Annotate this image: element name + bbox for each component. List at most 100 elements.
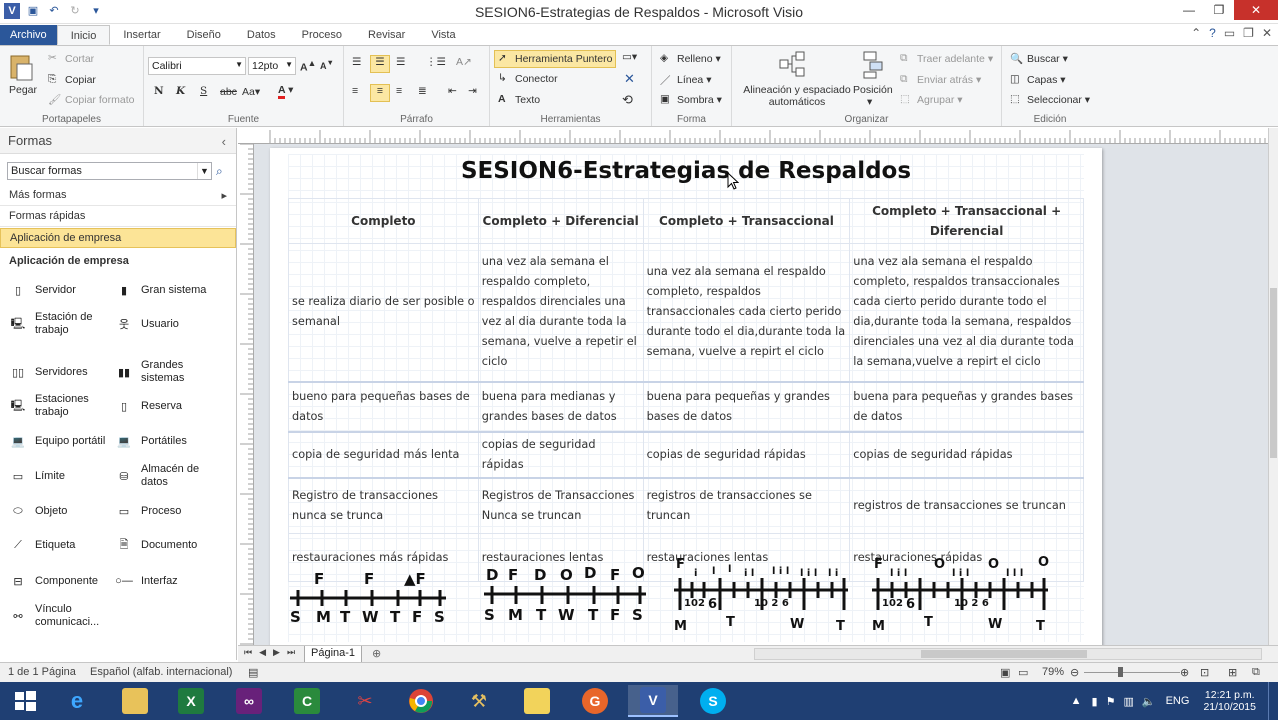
taskbar-notes[interactable] bbox=[512, 685, 562, 717]
macro-icon[interactable]: ▤ bbox=[248, 666, 258, 679]
table-header[interactable]: Completo + Diferencial bbox=[477, 198, 644, 244]
table-cell[interactable]: una vez ala semana el respaldo completo,… bbox=[477, 243, 644, 382]
auto-align-button[interactable]: Alineación y espaciado automáticos bbox=[738, 84, 856, 108]
table-cell[interactable]: registros de transacciones se truncan bbox=[849, 476, 1084, 534]
shape-item[interactable]: ⟋ Etiqueta bbox=[6, 529, 116, 561]
show-desktop-button[interactable] bbox=[1268, 682, 1278, 720]
bullets-icon[interactable]: ⋮☰ bbox=[426, 56, 446, 68]
diagram-title[interactable]: SESION6-Estrategias de Respaldos bbox=[288, 158, 1084, 184]
fit-window-icon[interactable]: ⊡ bbox=[1200, 666, 1209, 679]
volume-icon[interactable]: 🔈 bbox=[1138, 695, 1160, 708]
table-cell[interactable]: una vez ala semana el respaldo completo,… bbox=[849, 243, 1084, 382]
bold-button[interactable]: N bbox=[154, 85, 164, 97]
layers-button[interactable]: ◫ Capas ▾ bbox=[1010, 73, 1066, 87]
shrink-font-icon[interactable]: A▼ bbox=[320, 58, 334, 71]
shape-item[interactable]: ▭ Límite bbox=[6, 460, 116, 492]
drawing-canvas[interactable]: SESION6-Estrategias de Respaldos Complet… bbox=[254, 144, 1268, 645]
table-cell[interactable]: Registros de Transacciones Nunca se trun… bbox=[477, 476, 644, 534]
taskbar-skype[interactable]: S bbox=[688, 685, 738, 717]
format-painter-button[interactable]: 🖌 Copiar formato bbox=[48, 93, 134, 107]
prev-page-icon[interactable]: ◀ bbox=[259, 647, 266, 658]
shape-item[interactable]: ▯▯ Servidores bbox=[6, 356, 116, 388]
start-button[interactable] bbox=[0, 685, 50, 717]
pointer-tool-button[interactable]: ➚ Herramienta Puntero bbox=[494, 50, 617, 68]
taskbar-camtasia[interactable]: C bbox=[282, 685, 332, 717]
collapse-ribbon-icon[interactable]: ⌃ bbox=[1191, 26, 1201, 40]
tab-proceso[interactable]: Proceso bbox=[289, 25, 355, 45]
table-header[interactable]: Completo + Transaccional bbox=[642, 198, 851, 244]
shape-item[interactable]: 🖳 Estaciones trabajo bbox=[6, 390, 116, 422]
find-button[interactable]: 🔍 Buscar ▾ bbox=[1010, 52, 1068, 66]
shape-item[interactable]: ▭ Proceso bbox=[112, 495, 222, 527]
maximize-button[interactable]: ❐ bbox=[1204, 0, 1234, 20]
zoom-in-icon[interactable]: ⊕ bbox=[1180, 666, 1189, 679]
table-cell[interactable]: bueno para pequeñas bases de datos bbox=[288, 380, 479, 432]
table-cell[interactable]: buena para medianas y grandes bases de d… bbox=[477, 380, 644, 432]
shape-item[interactable]: ⬭ Objeto bbox=[6, 495, 116, 527]
align-left-icon[interactable]: ≡ bbox=[352, 85, 358, 97]
tray-app-icon[interactable]: ▮ bbox=[1088, 695, 1102, 708]
cut-button[interactable]: ✂ Cortar bbox=[48, 52, 94, 66]
table-cell[interactable]: registros de transacciones se truncan bbox=[642, 476, 851, 534]
shape-item[interactable]: 💻 Portátiles bbox=[112, 425, 222, 457]
bring-forward-button[interactable]: ⧉ Traer adelante ▾ bbox=[900, 52, 993, 66]
drawing-page[interactable]: SESION6-Estrategias de Respaldos Complet… bbox=[270, 148, 1102, 645]
align-top-icon[interactable]: ☰ bbox=[352, 56, 361, 68]
close-x-icon[interactable]: ✕ bbox=[624, 71, 635, 87]
close-button[interactable]: ✕ bbox=[1234, 0, 1278, 20]
shape-item[interactable]: ○— Interfaz bbox=[112, 565, 222, 597]
tab-insertar[interactable]: Insertar bbox=[110, 25, 173, 45]
decrease-indent-icon[interactable]: ⇤ bbox=[448, 85, 457, 97]
connector-tool-button[interactable]: ↳ Conector bbox=[498, 72, 558, 86]
taskbar-visual-studio[interactable]: ∞ bbox=[224, 685, 274, 717]
position-button[interactable]: Posición ▾ bbox=[853, 84, 893, 108]
scroll-thumb[interactable] bbox=[1270, 288, 1277, 458]
chevron-down-icon[interactable]: ▼ bbox=[197, 163, 211, 179]
align-center-icon[interactable]: ≡ bbox=[370, 84, 390, 102]
network-icon[interactable]: ▥ bbox=[1119, 695, 1137, 708]
table-cell[interactable]: copias de seguridad rápidas bbox=[477, 430, 644, 478]
minimize-button[interactable]: — bbox=[1174, 0, 1204, 20]
collapse-pane-icon[interactable]: ‹ bbox=[222, 134, 226, 149]
font-size-combo[interactable]: 12pto ▼ bbox=[248, 57, 296, 75]
zoom-level[interactable]: 79% bbox=[1042, 666, 1064, 678]
group-button[interactable]: ⬚ Agrupar ▾ bbox=[900, 93, 963, 107]
rectangle-tool-icon[interactable]: ▭▾ bbox=[622, 51, 637, 63]
shape-item[interactable]: 💻 Equipo portátil bbox=[6, 425, 116, 457]
pan-zoom-icon[interactable]: ⊞ bbox=[1228, 666, 1237, 679]
table-cell[interactable]: buena para pequeñas y grandes bases de d… bbox=[849, 380, 1084, 432]
fill-button[interactable]: ◈ Relleno ▾ bbox=[660, 52, 721, 66]
help-icon[interactable]: ? bbox=[1209, 26, 1216, 40]
tray-flag-icon[interactable]: ⚑ bbox=[1102, 695, 1120, 708]
quick-shapes-item[interactable]: Formas rápidas bbox=[0, 207, 236, 227]
tab-diseno[interactable]: Diseño bbox=[174, 25, 234, 45]
add-page-icon[interactable]: ⊕ bbox=[372, 647, 381, 660]
send-backward-button[interactable]: ⧉ Enviar atrás ▾ bbox=[900, 73, 981, 87]
table-header[interactable]: Completo bbox=[288, 198, 479, 244]
shape-item[interactable]: 🖳 Estación de trabajo bbox=[6, 308, 116, 340]
table-cell[interactable]: copia de seguridad más lenta bbox=[288, 430, 479, 478]
shape-item[interactable]: ▮ Gran sistema bbox=[112, 274, 222, 306]
line-button[interactable]: ／ Línea ▾ bbox=[660, 73, 711, 87]
table-cell[interactable]: una vez ala semana el respaldo completo,… bbox=[642, 243, 851, 382]
align-middle-icon[interactable]: ☰ bbox=[370, 55, 390, 73]
shape-item[interactable]: ▯ Servidor bbox=[6, 274, 116, 306]
stencil-item-selected[interactable]: Aplicación de empresa bbox=[0, 228, 236, 248]
more-shapes-item[interactable]: Más formas ▸ bbox=[0, 186, 236, 206]
rotate-icon[interactable]: ⟲ bbox=[622, 92, 633, 108]
language-indicator[interactable]: ENG bbox=[1160, 695, 1196, 707]
taskbar-snipping-tool[interactable]: ✂ bbox=[340, 685, 390, 717]
table-cell[interactable]: Registro de transacciones nunca se trunc… bbox=[288, 476, 479, 534]
taskbar-internet-explorer[interactable]: e bbox=[52, 685, 102, 717]
shape-item[interactable]: ▯ Reserva bbox=[112, 390, 222, 422]
taskbar-excel[interactable]: X bbox=[166, 685, 216, 717]
doc-restore-icon[interactable]: ❐ bbox=[1243, 26, 1254, 40]
tab-datos[interactable]: Datos bbox=[234, 25, 289, 45]
table-cell[interactable]: se realiza diario de ser posible o seman… bbox=[288, 243, 479, 382]
tab-archivo[interactable]: Archivo bbox=[0, 25, 57, 45]
zoom-slider[interactable] bbox=[1084, 672, 1180, 673]
underline-button[interactable]: S bbox=[200, 85, 207, 97]
fit-page-icon[interactable]: ▣ bbox=[1000, 666, 1010, 679]
font-family-combo[interactable]: Calibri ▼ bbox=[148, 57, 246, 75]
strikethrough-button[interactable]: abc bbox=[220, 86, 237, 98]
